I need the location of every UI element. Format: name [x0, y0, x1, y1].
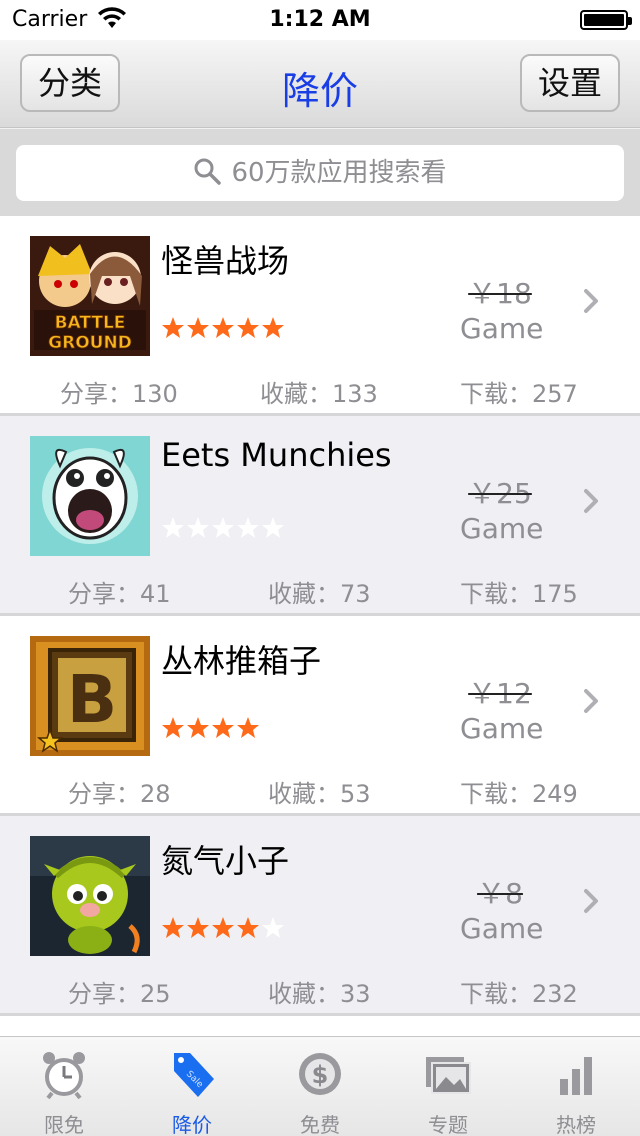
favorite-count: 收藏：33 — [268, 980, 371, 1008]
original-price: ￥12 — [468, 677, 532, 710]
battle-ground-icon: BATTLE GROUND — [30, 236, 150, 356]
tab-label: 专题 — [428, 1113, 468, 1136]
bar-chart-icon — [560, 1057, 592, 1095]
jungle-box-icon: B — [30, 636, 150, 756]
search-icon — [194, 158, 222, 185]
svg-text:GROUND: GROUND — [48, 333, 132, 353]
search-input[interactable]: 60万款应用搜索看 — [16, 145, 624, 201]
share-count: 分享：41 — [68, 580, 171, 608]
star-rating — [161, 314, 291, 344]
app-category: Game — [460, 312, 544, 345]
alarm-clock-icon — [43, 1052, 85, 1099]
original-price: ￥25 — [468, 477, 532, 510]
app-category: Game — [460, 512, 544, 545]
search-bar: 60万款应用搜索看 — [0, 129, 640, 216]
app-list: BATTLE GROUND 怪兽战场 ￥18 Game 分享：130 收藏：13… — [0, 216, 640, 1036]
svg-text:$: $ — [312, 1061, 329, 1089]
tab-free[interactable]: $ 免费 — [256, 1037, 384, 1136]
list-item[interactable]: BATTLE GROUND 怪兽战场 ￥18 Game 分享：130 收藏：13… — [0, 216, 640, 416]
svg-text:BATTLE: BATTLE — [55, 313, 126, 333]
download-count: 下载：249 — [460, 780, 578, 808]
favorite-count: 收藏：133 — [260, 380, 378, 408]
dollar-coin-icon: $ — [299, 1053, 341, 1095]
share-count: 分享：25 — [68, 980, 171, 1008]
category-button[interactable]: 分类 — [20, 54, 120, 112]
app-name: 氮气小子 — [161, 842, 290, 880]
sale-tag-icon: Sale — [174, 1053, 214, 1097]
download-count: 下载：175 — [460, 580, 578, 608]
app-name: 丛林推箱子 — [161, 642, 322, 680]
chevron-right-icon — [584, 489, 598, 513]
settings-button[interactable]: 设置 — [520, 54, 620, 112]
list-item-partial[interactable] — [0, 1016, 640, 1036]
chevron-right-icon — [584, 889, 598, 913]
share-count: 分享：130 — [60, 380, 178, 408]
favorite-count: 收藏：73 — [268, 580, 371, 608]
tab-limited-free[interactable]: 限免 — [0, 1037, 128, 1136]
photo-stack-icon — [426, 1057, 471, 1094]
app-name: Eets Munchies — [161, 436, 392, 474]
original-price: ￥8 — [477, 877, 523, 910]
tab-price-drop[interactable]: Sale 降价 — [128, 1037, 256, 1136]
tab-label: 降价 — [172, 1113, 212, 1136]
tab-bar: 限免 Sale 降价 $ 免费 专题 热榜 — [0, 1036, 640, 1136]
tab-hot-chart[interactable]: 热榜 — [512, 1037, 640, 1136]
app-name: 怪兽战场 — [161, 242, 290, 280]
clock-time: 1:12 AM — [269, 7, 371, 32]
tab-topics[interactable]: 专题 — [384, 1037, 512, 1136]
eets-munchies-icon — [30, 436, 150, 556]
page-title: 降价 — [281, 69, 358, 113]
tab-label: 热榜 — [556, 1113, 596, 1136]
download-count: 下载：232 — [460, 980, 578, 1008]
list-item[interactable]: 氮气小子 ￥8 Game 分享：25 收藏：33 下载：232 — [0, 816, 640, 1016]
star-rating — [161, 714, 291, 744]
list-item[interactable]: Eets Munchies ￥25 Game 分享：41 收藏：73 下载：17… — [0, 416, 640, 616]
favorite-count: 收藏：53 — [268, 780, 371, 808]
star-rating — [161, 914, 291, 944]
share-count: 分享：28 — [68, 780, 171, 808]
navigation-bar: 分类 降价 设置 — [0, 40, 640, 128]
chevron-right-icon — [584, 689, 598, 713]
star-rating — [161, 514, 291, 544]
svg-text:B: B — [67, 661, 117, 738]
original-price: ￥18 — [468, 277, 532, 310]
chevron-right-icon — [584, 289, 598, 313]
app-category: Game — [460, 712, 544, 745]
list-item[interactable]: B 丛林推箱子 ￥12 Game 分享：28 收藏：53 下载：249 — [0, 616, 640, 816]
tab-label: 免费 — [300, 1113, 340, 1136]
battery-icon — [580, 10, 632, 30]
tab-label: 限免 — [44, 1113, 84, 1136]
nitro-kid-icon — [30, 836, 150, 956]
download-count: 下载：257 — [460, 380, 578, 408]
search-placeholder: 60万款应用搜索看 — [231, 158, 447, 188]
status-bar: Carrier 1:12 AM — [0, 0, 640, 40]
app-category: Game — [460, 912, 544, 945]
